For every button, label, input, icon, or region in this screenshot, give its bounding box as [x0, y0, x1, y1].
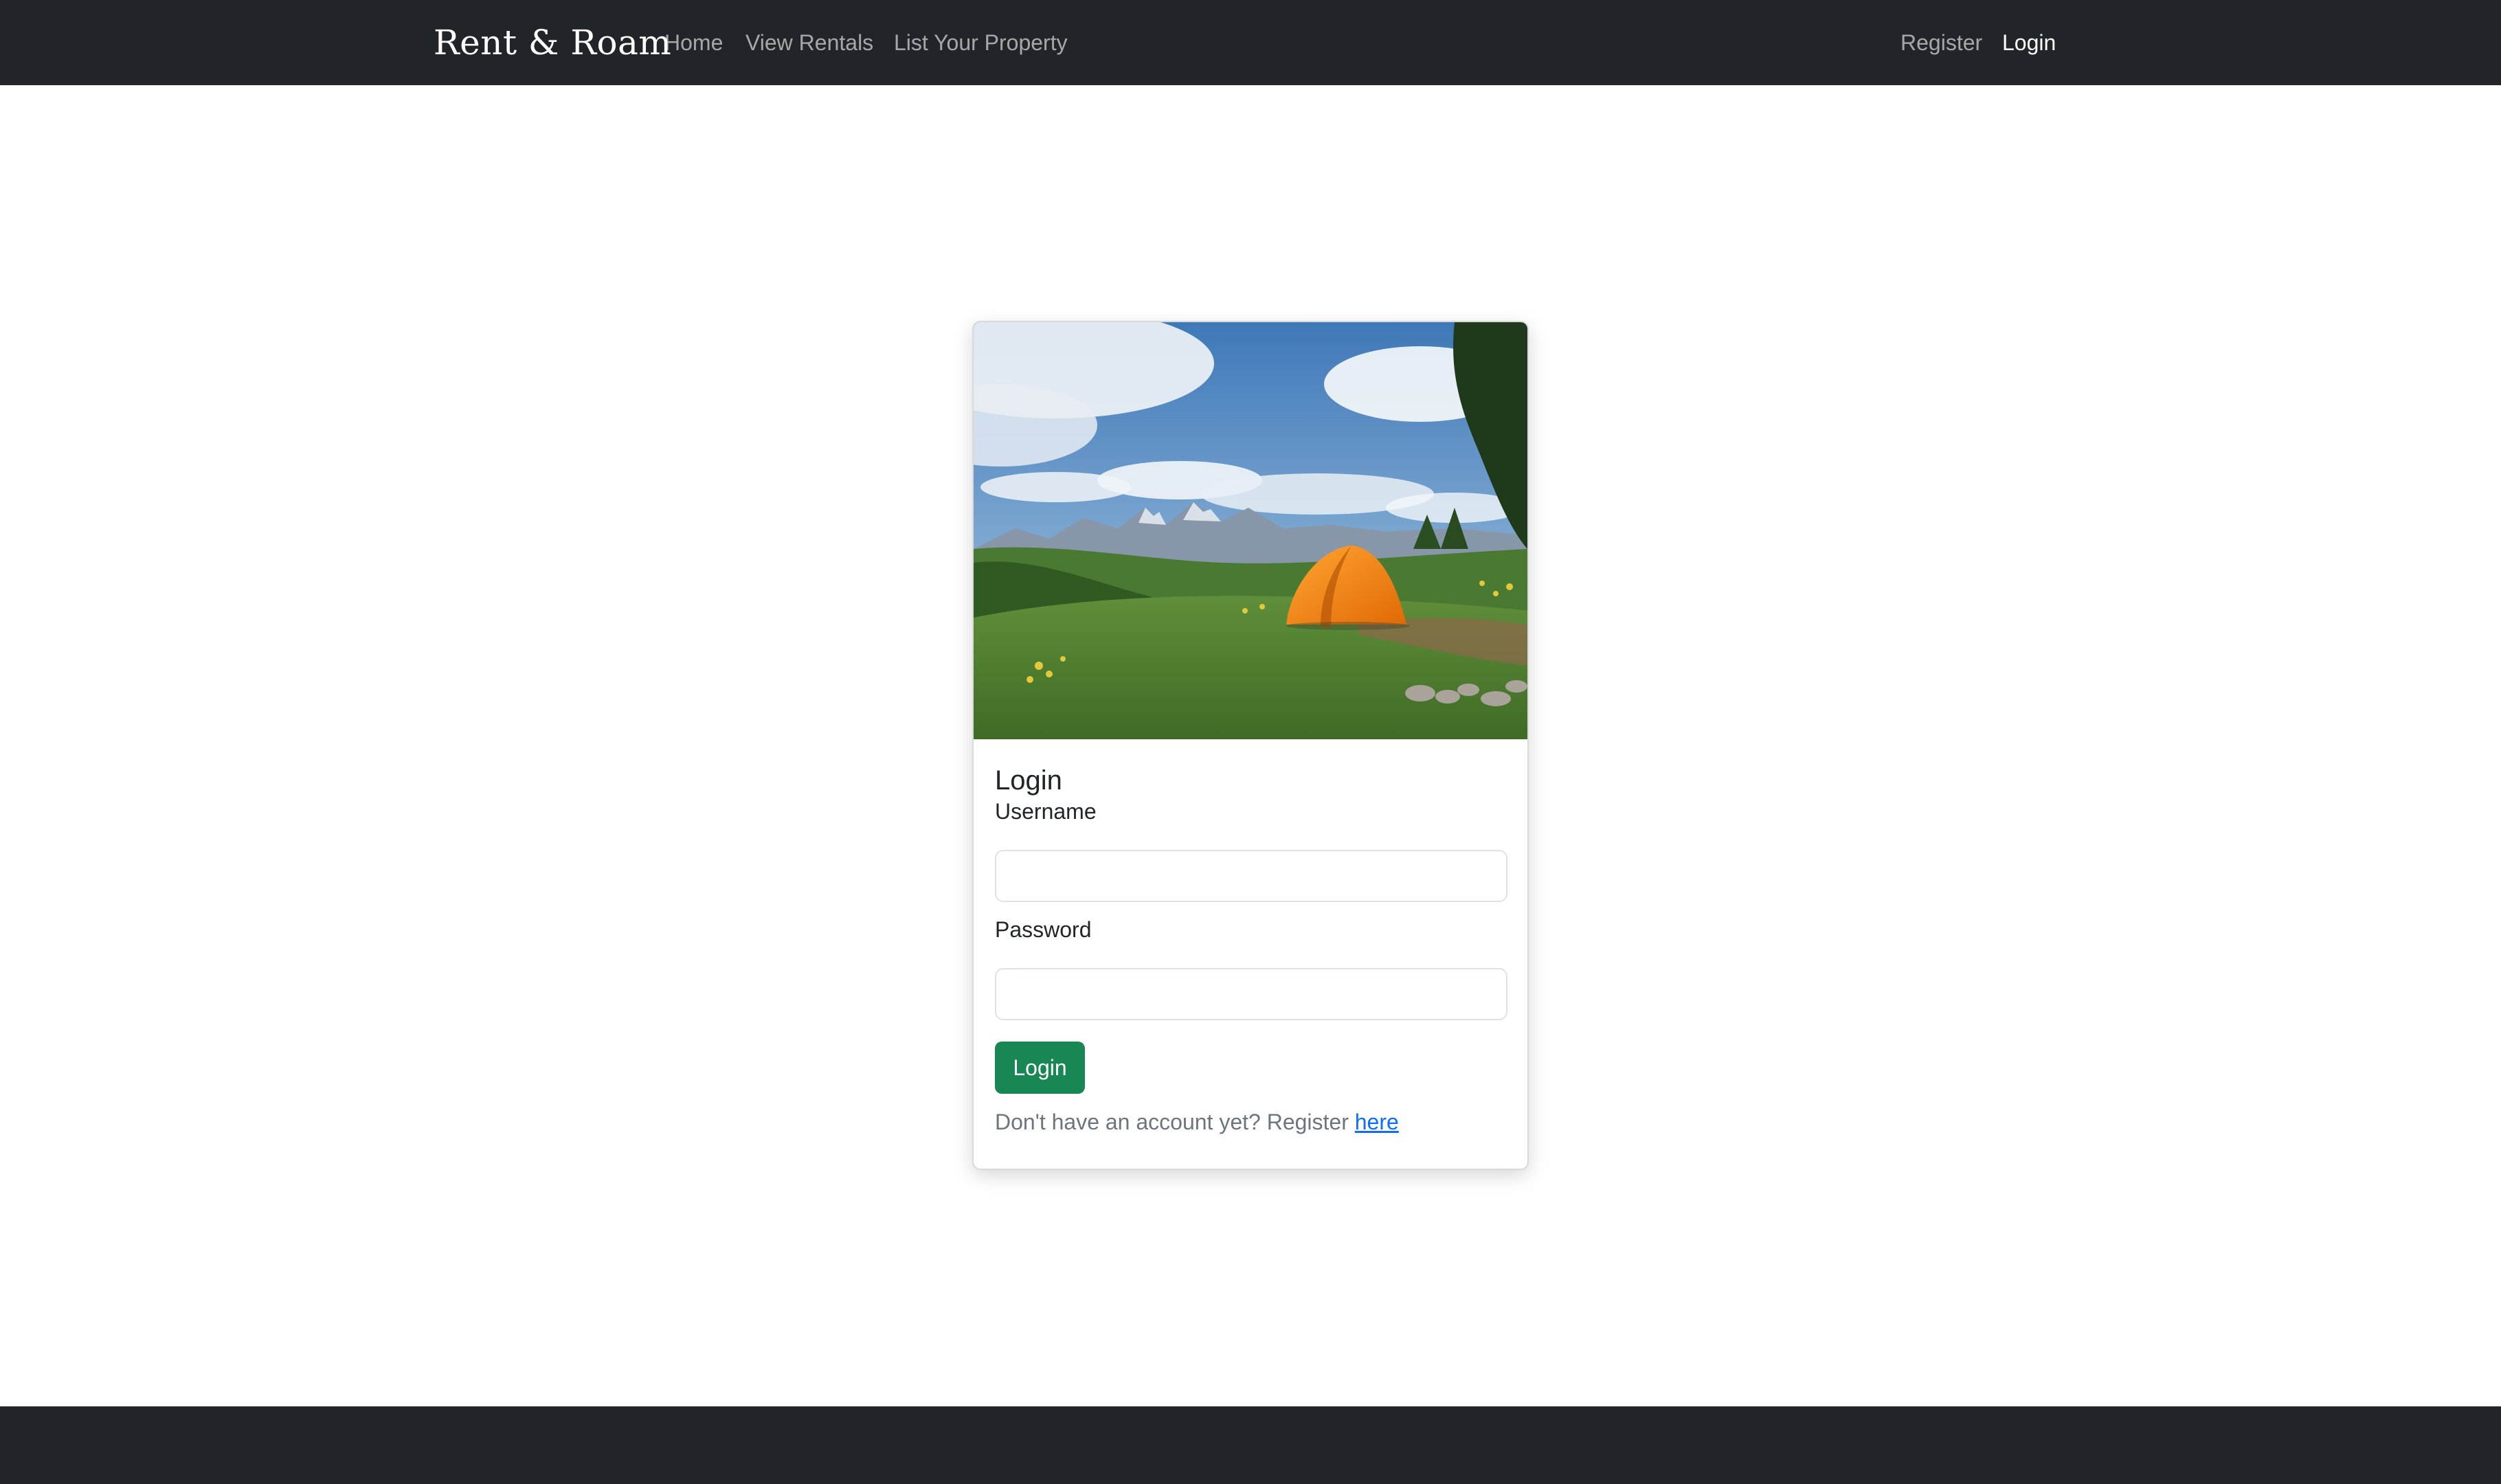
- password-label: Password: [995, 917, 1092, 942]
- nav-register[interactable]: Register: [1900, 26, 1982, 59]
- tent-landscape-image: [974, 322, 1527, 739]
- username-input[interactable]: [995, 850, 1507, 902]
- nav-view-rentals[interactable]: View Rentals: [745, 26, 873, 59]
- nav-login[interactable]: Login: [2002, 26, 2056, 59]
- page-footer: [0, 1406, 2501, 1484]
- brand-logo[interactable]: Rent & Roam: [434, 19, 671, 66]
- top-navbar: Rent & Roam Home View Rentals List Your …: [0, 0, 2501, 85]
- register-prompt: Don't have an account yet? Register here: [995, 1105, 1399, 1138]
- username-label: Username: [995, 799, 1097, 824]
- password-input[interactable]: [995, 968, 1507, 1020]
- login-title: Login: [995, 765, 1062, 796]
- login-button[interactable]: Login: [995, 1042, 1085, 1094]
- card-image-tent: [974, 322, 1527, 739]
- login-card: Login Username Password Login Don't have…: [972, 321, 1529, 1170]
- register-here-link[interactable]: here: [1355, 1110, 1399, 1134]
- register-prompt-text: Don't have an account yet? Register: [995, 1110, 1349, 1134]
- nav-list-your-property[interactable]: List Your Property: [894, 26, 1068, 59]
- nav-home[interactable]: Home: [664, 26, 723, 59]
